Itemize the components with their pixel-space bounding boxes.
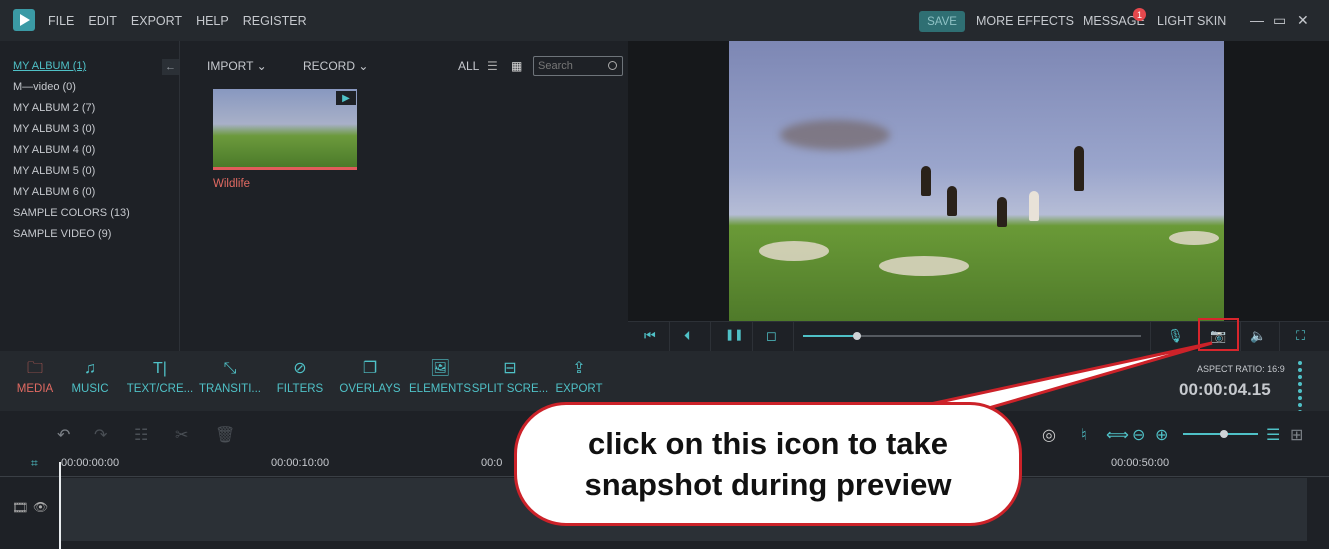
callout-line-2: snapshot during preview <box>584 467 952 502</box>
instruction-callout: click on this icon to take snapshot duri… <box>514 402 1022 526</box>
callout-line-1: click on this icon to take <box>587 426 948 461</box>
